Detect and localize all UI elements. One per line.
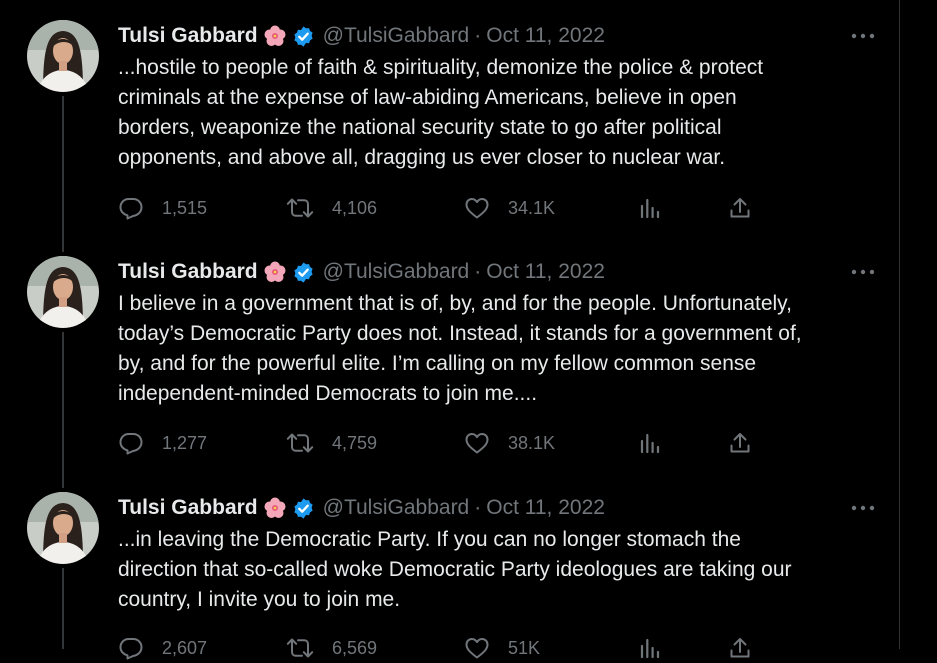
separator-dot: · bbox=[474, 496, 482, 519]
tweet-header: Tulsi Gabbard @TulsiGabbard · Oct 11, 20… bbox=[118, 257, 605, 287]
share-icon bbox=[730, 433, 750, 453]
reply-icon bbox=[119, 433, 143, 455]
retweet-icon bbox=[286, 198, 314, 218]
tweet[interactable]: Tulsi Gabbard @TulsiGabbard · Oct 11, 20… bbox=[0, 236, 899, 472]
tweet-header: Tulsi Gabbard @TulsiGabbard · Oct 11, 20… bbox=[118, 493, 605, 523]
retweet-button[interactable]: 4,759 bbox=[286, 428, 377, 458]
like-count: 38.1K bbox=[508, 432, 556, 453]
like-count: 34.1K bbox=[508, 197, 556, 218]
share-icon bbox=[730, 638, 750, 658]
tweet-text: I believe in a government that is of, by… bbox=[118, 292, 802, 405]
hibiscus-icon bbox=[264, 497, 286, 519]
more-icon[interactable] bbox=[849, 27, 877, 45]
tweet[interactable]: Tulsi Gabbard @TulsiGabbard · Oct 11, 20… bbox=[0, 0, 899, 236]
tweet-date[interactable]: Oct 11, 2022 bbox=[486, 260, 605, 284]
like-button[interactable]: 51K bbox=[464, 633, 540, 663]
tweet-text: ...in leaving the Democratic Party. If y… bbox=[118, 528, 792, 611]
user-handle[interactable]: @TulsiGabbard bbox=[323, 496, 470, 520]
user-handle[interactable]: @TulsiGabbard bbox=[323, 260, 470, 284]
avatar-image bbox=[27, 256, 99, 328]
display-name[interactable]: Tulsi Gabbard bbox=[118, 260, 258, 284]
more-icon[interactable] bbox=[849, 499, 877, 517]
separator-dot: · bbox=[474, 260, 482, 283]
retweet-icon bbox=[286, 433, 314, 453]
tweet[interactable]: Tulsi Gabbard @TulsiGabbard · Oct 11, 20… bbox=[0, 472, 899, 660]
tweet-actions: 1,277 4,759 38.1K bbox=[118, 428, 798, 458]
reply-icon bbox=[119, 638, 143, 660]
avatar[interactable] bbox=[27, 20, 99, 92]
views-button[interactable] bbox=[638, 428, 662, 458]
retweet-count: 6,569 bbox=[332, 637, 378, 658]
retweet-button[interactable]: 4,106 bbox=[286, 193, 377, 223]
separator-dot: · bbox=[474, 24, 482, 47]
share-button[interactable] bbox=[728, 633, 752, 663]
avatar-image bbox=[27, 20, 99, 92]
display-name[interactable]: Tulsi Gabbard bbox=[118, 496, 258, 520]
tweet-date[interactable]: Oct 11, 2022 bbox=[486, 496, 605, 520]
share-icon bbox=[730, 198, 750, 218]
like-button[interactable]: 38.1K bbox=[464, 428, 555, 458]
like-count: 51K bbox=[508, 637, 541, 658]
tweet-text: ...hostile to people of faith & spiritua… bbox=[118, 56, 764, 169]
reply-count: 2,607 bbox=[162, 637, 208, 658]
views-button[interactable] bbox=[638, 633, 662, 663]
analytics-icon bbox=[640, 198, 660, 219]
tweet-actions: 2,607 6,569 51K bbox=[118, 633, 798, 663]
retweet-count: 4,759 bbox=[332, 432, 378, 453]
display-name[interactable]: Tulsi Gabbard bbox=[118, 24, 258, 48]
reply-button[interactable]: 2,607 bbox=[118, 633, 207, 663]
tweet-thread: Tulsi Gabbard @TulsiGabbard · Oct 11, 20… bbox=[0, 0, 899, 660]
retweet-button[interactable]: 6,569 bbox=[286, 633, 377, 663]
tweet-actions: 1,515 4,106 34.1K bbox=[118, 193, 798, 223]
reply-icon bbox=[119, 198, 143, 220]
retweet-icon bbox=[286, 638, 314, 658]
more-icon[interactable] bbox=[849, 263, 877, 281]
heart-icon bbox=[465, 638, 489, 659]
share-button[interactable] bbox=[728, 193, 752, 223]
user-handle[interactable]: @TulsiGabbard bbox=[323, 24, 470, 48]
retweet-count: 4,106 bbox=[332, 197, 378, 218]
views-button[interactable] bbox=[638, 193, 662, 223]
avatar[interactable] bbox=[27, 256, 99, 328]
tweet-date[interactable]: Oct 11, 2022 bbox=[486, 24, 605, 48]
reply-button[interactable]: 1,515 bbox=[118, 193, 207, 223]
hibiscus-icon bbox=[264, 261, 286, 283]
column-border bbox=[899, 0, 900, 649]
reply-button[interactable]: 1,277 bbox=[118, 428, 207, 458]
heart-icon bbox=[465, 198, 489, 219]
reply-count: 1,277 bbox=[162, 432, 208, 453]
verified-badge-icon[interactable] bbox=[292, 497, 315, 520]
like-button[interactable]: 34.1K bbox=[464, 193, 555, 223]
hibiscus-icon bbox=[264, 25, 286, 47]
heart-icon bbox=[465, 433, 489, 454]
avatar-image bbox=[27, 492, 99, 564]
analytics-icon bbox=[640, 433, 660, 454]
share-button[interactable] bbox=[728, 428, 752, 458]
verified-badge-icon[interactable] bbox=[292, 261, 315, 284]
avatar[interactable] bbox=[27, 492, 99, 564]
verified-badge-icon[interactable] bbox=[292, 25, 315, 48]
tweet-header: Tulsi Gabbard @TulsiGabbard · Oct 11, 20… bbox=[118, 21, 605, 51]
analytics-icon bbox=[640, 638, 660, 659]
reply-count: 1,515 bbox=[162, 197, 208, 218]
